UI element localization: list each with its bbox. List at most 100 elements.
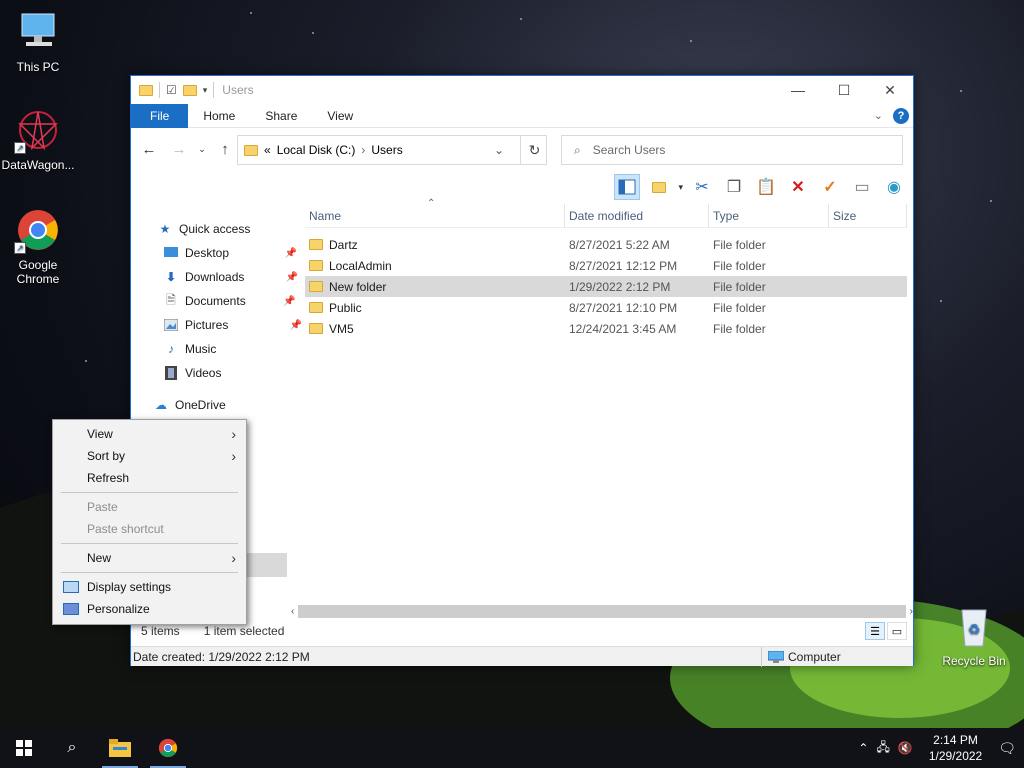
nav-quick-access[interactable]: ★ Quick access — [157, 218, 251, 240]
network-globe-icon[interactable]: ◉ — [881, 174, 907, 200]
nav-item-downloads[interactable]: ⬇ Downloads 📌 — [163, 266, 298, 288]
taskbar-file-explorer[interactable] — [96, 728, 144, 768]
properties-icon[interactable]: ☑ — [166, 83, 177, 97]
nav-onedrive[interactable]: ☁ OneDrive — [153, 394, 226, 416]
file-explorer-window[interactable]: ☑ ▾ Users — ☐ ✕ File Home Share View ⌄ ?… — [130, 75, 914, 667]
desktop-icon-datawagon[interactable]: ↗ DataWagon... — [0, 106, 76, 172]
up-button[interactable]: ↑ — [213, 141, 237, 158]
start-button[interactable] — [0, 728, 48, 768]
pin-icon[interactable]: 📌 — [283, 296, 295, 307]
taskbar-chrome[interactable] — [144, 728, 192, 768]
menu-item-sort-by[interactable]: Sort by › — [53, 445, 246, 467]
column-header-size[interactable]: Size — [829, 203, 907, 228]
folder-icon — [139, 84, 153, 96]
menu-separator — [61, 492, 238, 493]
breadcrumb-users[interactable]: Users — [371, 143, 402, 157]
clock-date: 1/29/2022 — [928, 749, 983, 763]
windows-logo-icon — [16, 740, 32, 756]
refresh-button[interactable]: ↻ — [520, 135, 548, 165]
context-menu: View › Sort by › Refresh Paste Paste sho… — [52, 419, 247, 625]
menu-label: View — [87, 427, 113, 441]
column-header-type[interactable]: Type — [709, 203, 829, 228]
navigation-pane-button[interactable] — [614, 174, 641, 200]
pin-icon[interactable]: 📌 — [285, 248, 297, 259]
menu-item-new[interactable]: New › — [53, 547, 246, 569]
table-row[interactable]: Dartz 8/27/2021 5:22 AM File folder — [305, 234, 907, 255]
address-dropdown-icon[interactable]: ⌄ — [494, 143, 504, 157]
tab-home[interactable]: Home — [188, 104, 250, 128]
scrollbar-thumb[interactable] — [298, 604, 906, 618]
preview-pane-button[interactable] — [646, 174, 672, 200]
tab-file[interactable]: File — [131, 103, 189, 128]
column-header-date[interactable]: Date modified — [565, 203, 709, 228]
delete-icon[interactable]: ✕ — [785, 174, 811, 200]
nav-item-desktop[interactable]: Desktop 📌 — [163, 242, 297, 264]
title-bar[interactable]: ☑ ▾ Users — ☐ ✕ — [131, 76, 913, 104]
scroll-left-icon[interactable]: ‹ — [291, 606, 294, 617]
tab-share[interactable]: Share — [250, 104, 312, 128]
maximize-button[interactable]: ☐ — [821, 76, 867, 104]
folder-icon — [309, 323, 323, 334]
minimize-button[interactable]: — — [775, 76, 821, 104]
chevron-right-icon: › — [231, 426, 236, 442]
address-overflow[interactable]: « — [264, 143, 271, 157]
folder-icon — [309, 281, 323, 292]
table-row[interactable]: LocalAdmin 8/27/2021 12:12 PM File folde… — [305, 255, 907, 276]
nav-item-pictures[interactable]: Pictures 📌 — [163, 314, 302, 336]
expand-ribbon-icon[interactable]: ⌄ — [874, 109, 883, 122]
customize-toolbar-icon[interactable]: ▾ — [203, 85, 208, 96]
table-row[interactable]: Public 8/27/2021 12:10 PM File folder — [305, 297, 907, 318]
network-icon[interactable]: 🖧 — [876, 738, 889, 759]
tab-view[interactable]: View — [312, 104, 368, 128]
new-folder-icon[interactable] — [182, 84, 197, 96]
help-icon[interactable]: ? — [893, 107, 909, 124]
rename-check-icon[interactable]: ✓ — [817, 174, 843, 200]
nav-item-music[interactable]: ♪ Music — [163, 338, 216, 360]
search-icon: ⌕ — [67, 739, 77, 756]
pin-icon[interactable]: 📌 — [286, 272, 298, 283]
menu-label: Refresh — [87, 471, 130, 485]
chevron-up-icon[interactable]: ⌃ — [858, 741, 868, 755]
taskbar: ⌕ ⌃ 🖧 🔇 2:14 PM 1/29/2022 🗨 — [0, 728, 1024, 768]
pin-icon[interactable]: 📌 — [290, 320, 302, 331]
date-created: Date created: 1/29/2022 2:12 PM — [133, 649, 310, 664]
address-bar[interactable]: « Local Disk (C:) › Users ⌄ — [237, 135, 547, 165]
properties-icon[interactable]: ▭ — [849, 174, 875, 200]
menu-separator — [61, 572, 238, 573]
large-icons-view-icon[interactable]: ▭ — [887, 622, 907, 640]
nav-item-videos[interactable]: Videos — [163, 362, 221, 384]
forward-button[interactable]: → — [167, 141, 191, 158]
recent-locations-button[interactable]: ⌄ — [197, 144, 207, 155]
volume-muted-icon[interactable]: 🔇 — [898, 741, 913, 755]
table-row[interactable]: VM5 12/24/2021 3:45 AM File folder — [305, 318, 907, 339]
paste-icon[interactable]: 📋 — [753, 174, 779, 200]
copy-icon[interactable]: ❐ — [721, 174, 747, 200]
file-date: 8/27/2021 12:12 PM — [569, 258, 678, 273]
menu-item-personalize[interactable]: Personalize — [53, 598, 246, 620]
document-icon: 🗎 — [166, 292, 176, 307]
desktop-icon-label: This PC — [16, 60, 60, 74]
cut-icon[interactable]: ✂ — [689, 174, 715, 200]
notifications-icon[interactable]: 🗨 — [998, 740, 1016, 757]
menu-item-view[interactable]: View › — [53, 423, 246, 445]
table-row-selected[interactable]: New folder 1/29/2022 2:12 PM File folder — [305, 276, 907, 297]
menu-item-display-settings[interactable]: Display settings — [53, 576, 246, 598]
scroll-right-icon[interactable]: › — [910, 606, 913, 617]
desktop-icon-chrome[interactable]: ↗ Google Chrome — [0, 206, 76, 286]
back-button[interactable]: ← — [137, 141, 161, 158]
system-tray: ⌃ 🖧 🔇 2:14 PM 1/29/2022 🗨 — [858, 732, 1024, 764]
search-button[interactable]: ⌕ — [48, 728, 96, 768]
breadcrumb-local-disk[interactable]: Local Disk (C:) — [277, 143, 356, 157]
chrome-icon: ↗ — [14, 206, 62, 254]
horizontal-scrollbar[interactable]: ‹ › — [291, 603, 913, 619]
chevron-down-icon[interactable]: ▾ — [678, 182, 683, 193]
clock[interactable]: 2:14 PM 1/29/2022 — [921, 732, 990, 764]
folder-icon — [309, 302, 323, 313]
search-box[interactable]: ⌕ Search Users — [561, 135, 903, 165]
desktop-icon-this-pc[interactable]: This PC — [0, 8, 76, 74]
menu-item-refresh[interactable]: Refresh — [53, 467, 246, 489]
nav-item-documents[interactable]: 🗎 Documents 📌 — [163, 290, 296, 312]
details-view-icon[interactable]: ☰ — [865, 622, 885, 640]
desktop-icon-recycle-bin[interactable]: ♻ Recycle Bin — [936, 602, 1012, 668]
close-button[interactable]: ✕ — [867, 76, 913, 104]
